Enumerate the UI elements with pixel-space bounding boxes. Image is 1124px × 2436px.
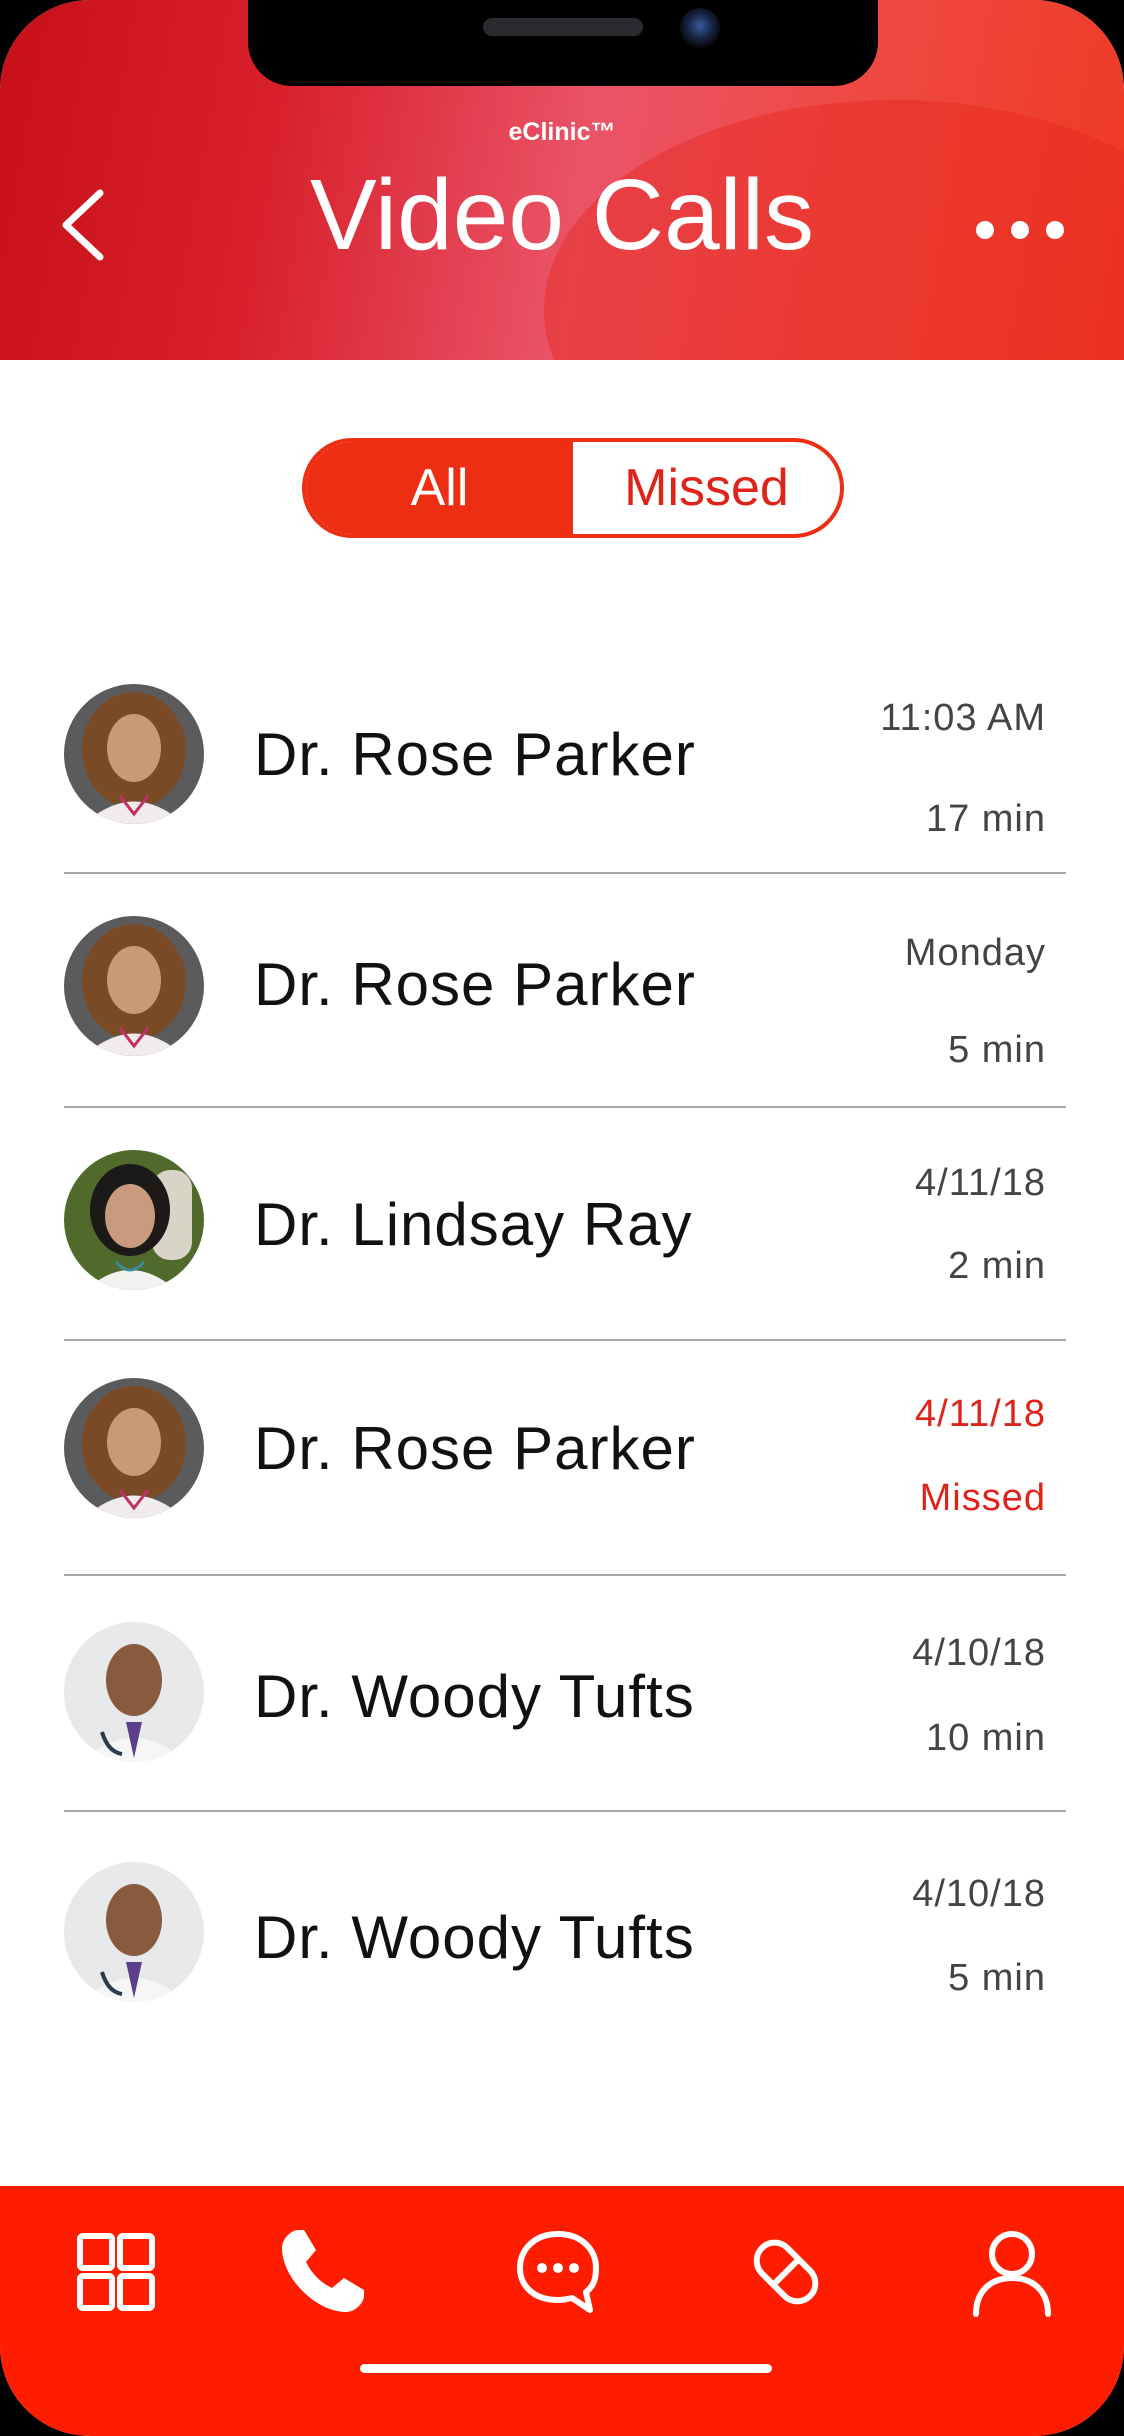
call-time: 4/11/18	[915, 1393, 1046, 1435]
rose-parker-avatar	[64, 684, 204, 824]
pill-icon	[753, 2239, 819, 2305]
tab-prescriptions[interactable]	[736, 2222, 836, 2322]
filter-all-tab[interactable]: All	[306, 442, 573, 534]
row-divider	[64, 1339, 1066, 1341]
doctor-name: Dr. Rose Parker	[254, 721, 696, 788]
phone-icon	[282, 2230, 364, 2312]
lindsay-ray-avatar	[64, 1150, 204, 1290]
speaker-grille	[483, 18, 643, 36]
tab-calls[interactable]	[272, 2222, 372, 2322]
call-filter-toggle: All Missed	[302, 438, 844, 538]
doctor-name: Dr. Rose Parker	[254, 1415, 696, 1482]
user-icon	[973, 2231, 1051, 2317]
chat-icon	[517, 2231, 599, 2313]
call-time: 11:03 AM	[880, 697, 1046, 739]
call-duration: 5 min	[948, 1029, 1046, 1071]
filter-missed-tab[interactable]: Missed	[573, 442, 840, 534]
rose-parker-avatar	[64, 1378, 204, 1518]
tab-profile[interactable]	[962, 2222, 1062, 2322]
call-time: 4/11/18	[915, 1162, 1046, 1204]
call-time: 4/10/18	[912, 1873, 1046, 1915]
woody-tufts-avatar	[64, 1622, 204, 1762]
home-indicator[interactable]	[360, 2364, 772, 2373]
call-duration: 17 min	[925, 798, 1046, 840]
doctor-name: Dr. Rose Parker	[254, 951, 696, 1018]
doctor-name: Dr. Woody Tufts	[254, 1663, 695, 1730]
phone-screen: eClinic™ Video Calls All Missed Dr. Rose…	[0, 0, 1124, 2436]
grid-icon	[77, 2233, 155, 2311]
row-divider	[64, 872, 1066, 874]
tab-messages[interactable]	[508, 2222, 608, 2322]
row-divider	[64, 1106, 1066, 1108]
rose-parker-avatar	[64, 916, 204, 1056]
call-duration: 5 min	[948, 1957, 1046, 1999]
call-time: Monday	[904, 932, 1046, 974]
call-duration: 10 min	[925, 1717, 1046, 1759]
tab-dashboard[interactable]	[66, 2222, 166, 2322]
device-notch	[248, 0, 878, 86]
bottom-tab-bar	[0, 2186, 1124, 2436]
doctor-name: Dr. Woody Tufts	[254, 1904, 695, 1971]
woody-tufts-avatar	[64, 1862, 204, 2002]
call-duration: 2 min	[948, 1245, 1046, 1287]
missed-status: Missed	[919, 1477, 1046, 1519]
row-divider	[64, 1574, 1066, 1576]
front-camera	[680, 8, 720, 48]
call-time: 4/10/18	[912, 1632, 1046, 1674]
row-divider	[64, 1810, 1066, 1812]
doctor-name: Dr. Lindsay Ray	[254, 1191, 693, 1258]
